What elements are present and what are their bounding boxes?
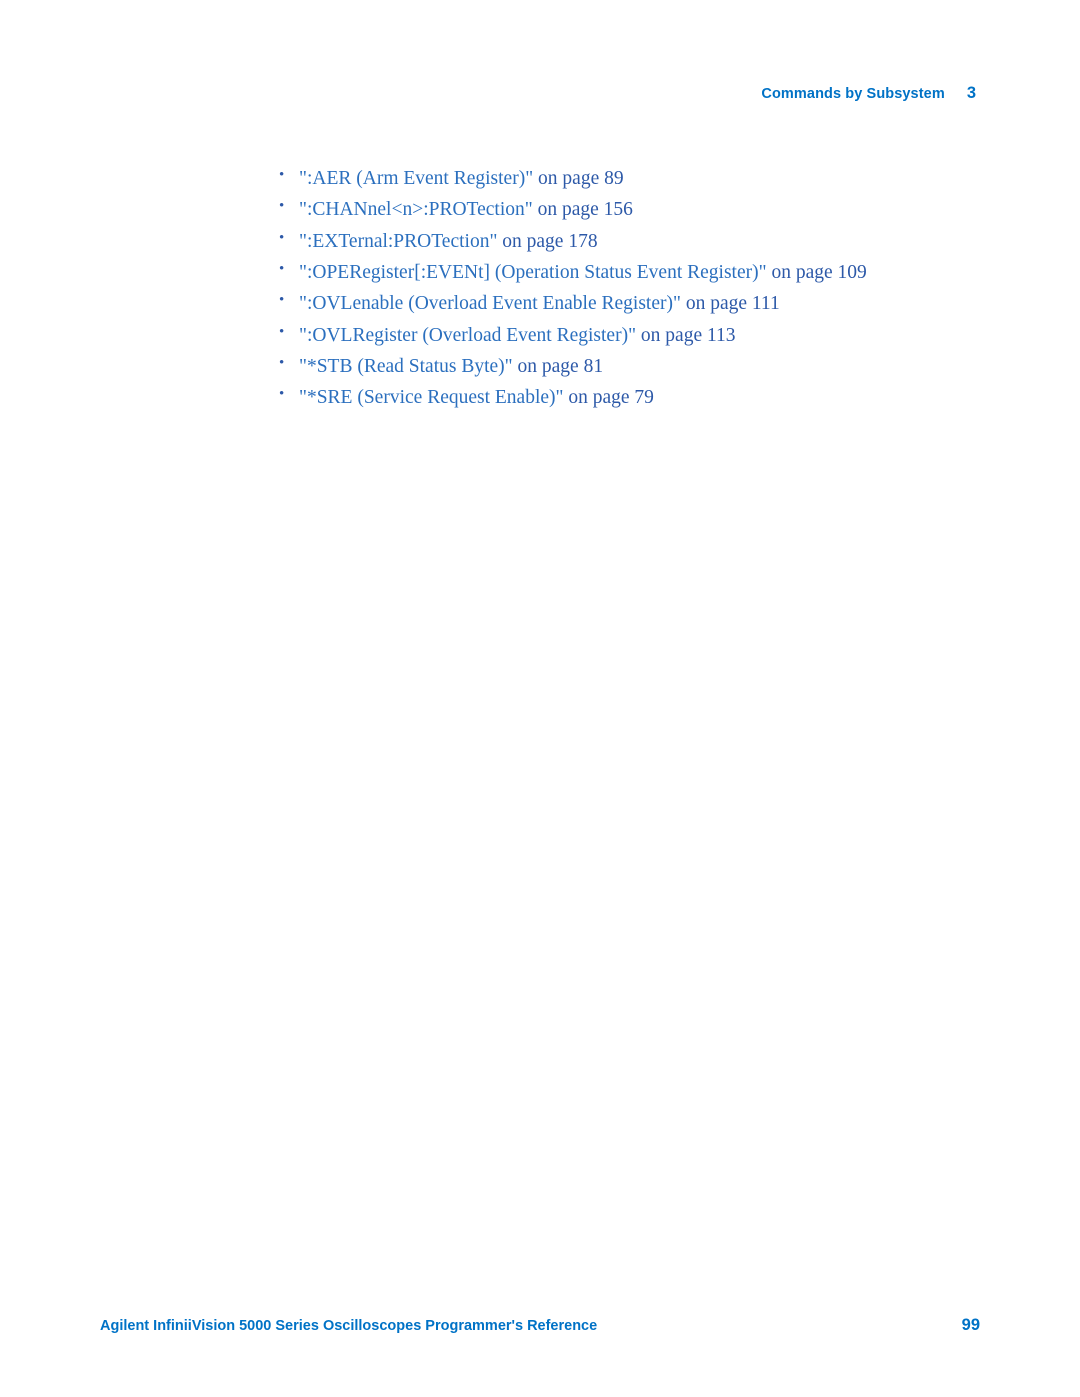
on-page-label: on page	[771, 261, 833, 283]
page-number: 81	[583, 355, 604, 377]
cross-reference-link[interactable]: ":AER (Arm Event Register)"	[299, 168, 533, 189]
header-chapter-title: Commands by Subsystem	[761, 86, 945, 102]
cross-reference-link[interactable]: ":OVLRegister (Overload Event Register)"	[299, 325, 636, 346]
page-number: 156	[603, 199, 633, 221]
footer-page-number: 99	[961, 1316, 980, 1334]
on-page-label: on page	[640, 324, 703, 346]
on-page-label: on page	[502, 230, 564, 252]
on-page-label: on page	[685, 293, 748, 315]
page-footer: Agilent InfiniiVision 5000 Series Oscill…	[100, 1316, 980, 1335]
on-page-label: on page	[538, 168, 600, 189]
page-header: Commands by Subsystem 3	[761, 84, 976, 103]
list-item[interactable]: ":OVLenable (Overload Event Enable Regis…	[279, 292, 980, 315]
footer-document-title: Agilent InfiniiVision 5000 Series Oscill…	[100, 1318, 598, 1334]
page-number: 109	[837, 261, 867, 283]
list-item[interactable]: ":EXTernal:PROTection" on page 178	[279, 230, 980, 253]
cross-reference-list: ":AER (Arm Event Register)" on page 89 "…	[279, 167, 980, 409]
list-item[interactable]: "*SRE (Service Request Enable)" on page …	[279, 386, 980, 409]
cross-reference-link[interactable]: ":OVLenable (Overload Event Enable Regis…	[299, 293, 681, 314]
header-chapter-number: 3	[966, 84, 976, 102]
on-page-label: on page	[537, 199, 599, 221]
page-number: 79	[634, 387, 654, 409]
on-page-label: on page	[568, 387, 630, 409]
cross-reference-link[interactable]: "*STB (Read Status Byte)"	[299, 356, 513, 377]
page-number: 111	[751, 293, 780, 315]
list-item[interactable]: ":AER (Arm Event Register)" on page 89	[279, 167, 980, 190]
list-item[interactable]: ":OVLRegister (Overload Event Register)"…	[279, 324, 980, 347]
list-item[interactable]: "*STB (Read Status Byte)" on page 81	[279, 355, 980, 378]
on-page-label: on page	[517, 355, 579, 377]
document-page: Commands by Subsystem 3 ":AER (Arm Event…	[0, 0, 1080, 1397]
page-number: 178	[568, 230, 598, 252]
cross-reference-list-container: ":AER (Arm Event Register)" on page 89 "…	[279, 167, 980, 419]
page-number: 89	[604, 168, 624, 189]
cross-reference-link[interactable]: ":OPERegister[:EVENt] (Operation Status …	[299, 262, 767, 283]
list-item[interactable]: ":OPERegister[:EVENt] (Operation Status …	[279, 261, 980, 284]
cross-reference-link[interactable]: "*SRE (Service Request Enable)"	[299, 387, 563, 408]
list-item[interactable]: ":CHANnel<n>:PROTection" on page 156	[279, 198, 980, 221]
cross-reference-link[interactable]: ":EXTernal:PROTection"	[299, 231, 497, 252]
page-number: 113	[706, 324, 736, 346]
cross-reference-link[interactable]: ":CHANnel<n>:PROTection"	[299, 199, 533, 220]
